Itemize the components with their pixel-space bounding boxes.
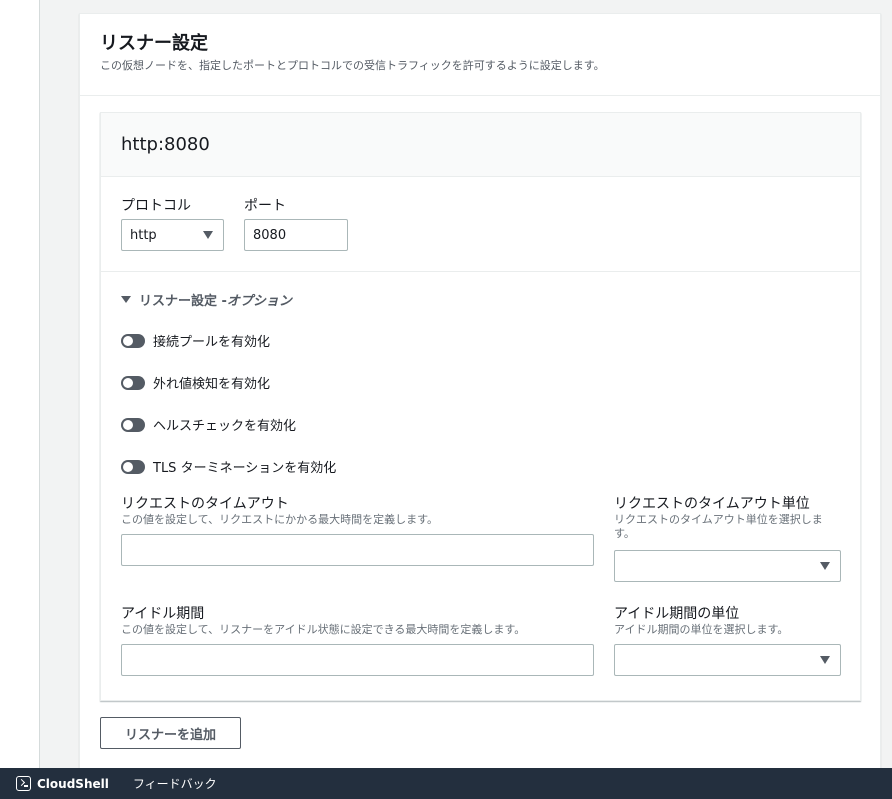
toggle-label: TLS ターミネーションを有効化 [153, 461, 337, 476]
protocol-select[interactable]: http [121, 219, 224, 251]
options-heading-prefix: リスナー設定 - [139, 294, 227, 309]
idle-duration-label: アイドル期間 [121, 606, 205, 622]
left-nav-strip [0, 0, 40, 768]
listener-header: http:8080 [101, 113, 860, 177]
port-input-value: 8080 [253, 227, 287, 243]
listener-config-container: リスナー設定 この仮想ノードを、指定したポートとプロトコルでの受信トラフィックを… [79, 13, 881, 773]
options-heading-suffix: オプション [226, 294, 292, 309]
toggle-switch[interactable] [121, 375, 145, 390]
toggle-label: ヘルスチェックを有効化 [153, 419, 297, 434]
section-title: リスナー設定 [100, 33, 208, 54]
add-listener-button[interactable]: リスナーを追加 [100, 717, 241, 749]
caret-down-icon [820, 656, 830, 664]
toggle-tls-termination[interactable]: TLS ターミネーションを有効化 [121, 457, 336, 476]
toggle-knob [123, 461, 133, 472]
request-timeout-label: リクエストのタイムアウト [121, 496, 289, 512]
cloudshell-icon[interactable] [16, 776, 31, 791]
protocol-label: プロトコル [121, 198, 191, 214]
idle-duration-unit-description: アイドル期間の単位を選択します。 [614, 623, 789, 636]
caret-down-icon [820, 562, 830, 570]
idle-duration-unit-label: アイドル期間の単位 [614, 606, 740, 622]
idle-duration-description: この値を設定して、リスナーをアイドル状態に設定できる最大時間を定義します。 [121, 623, 526, 636]
toggle-switch[interactable] [121, 333, 145, 348]
footer-bar: CloudShell フィードバック [0, 768, 892, 799]
toggle-knob [123, 335, 133, 346]
toggle-outlier-detection[interactable]: 外れ値検知を有効化 [121, 373, 270, 392]
caret-down-icon [203, 231, 213, 239]
request-timeout-description: この値を設定して、リクエストにかかる最大時間を定義します。 [121, 513, 439, 526]
container-header: リスナー設定 この仮想ノードを、指定したポートとプロトコルでの受信トラフィックを… [80, 14, 880, 96]
port-input[interactable]: 8080 [244, 219, 348, 251]
idle-duration-input[interactable] [121, 644, 594, 676]
request-timeout-input[interactable] [121, 534, 594, 566]
toggle-label: 外れ値検知を有効化 [153, 377, 271, 392]
toggle-health-check[interactable]: ヘルスチェックを有効化 [121, 415, 296, 434]
request-timeout-unit-description: リクエストのタイムアウト単位を選択します。 [614, 513, 823, 540]
toggle-connection-pool[interactable]: 接続プールを有効化 [121, 331, 270, 350]
toggle-switch[interactable] [121, 459, 145, 474]
toggle-label: 接続プールを有効化 [153, 335, 271, 350]
port-label: ポート [244, 198, 286, 214]
protocol-port-row: プロトコル http ポート 8080 [101, 177, 860, 272]
feedback-link[interactable]: フィードバック [133, 775, 217, 792]
idle-duration-unit-select[interactable] [614, 644, 841, 676]
cloudshell-link[interactable]: CloudShell [37, 777, 109, 791]
section-description: この仮想ノードを、指定したポートとプロトコルでの受信トラフィックを許可するように… [100, 59, 605, 72]
toggle-knob [123, 419, 133, 430]
toggle-switch[interactable] [121, 417, 145, 432]
listener-panel: http:8080 プロトコル http ポート 8080 リスナー設定 - オ… [100, 112, 861, 701]
options-expander[interactable]: リスナー設定 - オプション [121, 290, 292, 309]
protocol-select-value: http [130, 227, 157, 243]
listener-options-section: リスナー設定 - オプション 接続プールを有効化 外れ値検知を有効化 ヘルスチェ… [101, 272, 860, 702]
listener-title: http:8080 [121, 134, 210, 155]
toggle-knob [123, 377, 133, 388]
request-timeout-unit-select[interactable] [614, 550, 841, 582]
caret-down-icon [121, 296, 131, 303]
request-timeout-unit-label: リクエストのタイムアウト単位 [614, 496, 810, 512]
